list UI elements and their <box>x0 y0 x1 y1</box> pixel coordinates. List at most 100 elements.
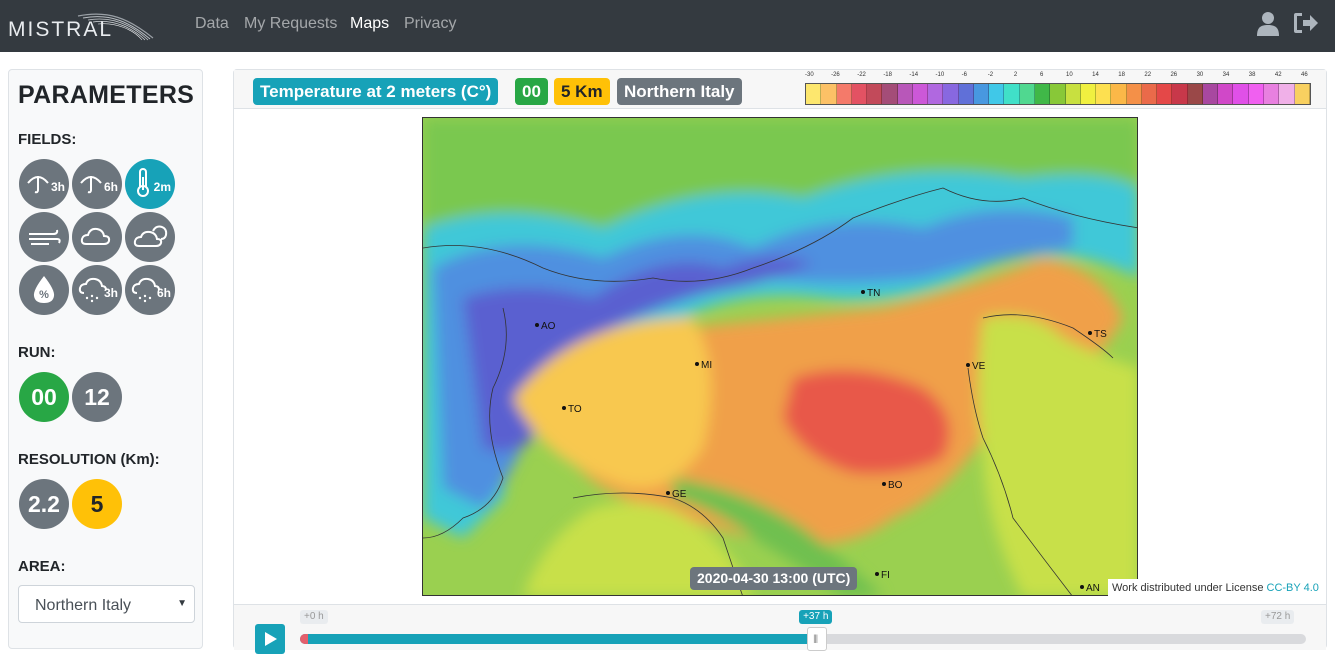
resolution-5-button[interactable]: 5 <box>72 479 122 529</box>
legend-color-cell <box>851 84 868 104</box>
field-precip-6h-button[interactable]: 6h <box>72 159 122 209</box>
timestamp-badge: 2020-04-30 13:00 (UTC) <box>690 567 858 590</box>
field-precip-3h-button[interactable]: 3h <box>19 159 69 209</box>
legend-color-cell <box>958 84 974 104</box>
legend-color-cell <box>1279 84 1295 104</box>
city-label: GE <box>672 489 687 500</box>
legend-tick-label: -30 <box>805 72 814 78</box>
fields-label: FIELDS: <box>18 131 77 148</box>
field-temperature-2m-button[interactable]: 2m <box>125 159 175 209</box>
sign-out-icon[interactable] <box>1293 11 1319 35</box>
legend-color-cell <box>1172 84 1188 104</box>
temperature-map[interactable]: AO TO MI TN VE TS GE BO FI AN <box>422 117 1138 596</box>
clouds-icon <box>133 225 168 247</box>
city-label: FI <box>881 570 890 581</box>
timeline-handle[interactable] <box>807 627 828 651</box>
area-select-value: Northern Italy <box>35 597 132 614</box>
field-sub-label: 6h <box>156 286 171 300</box>
legend-color-cell <box>867 84 883 104</box>
legend-color-cell <box>1233 84 1249 104</box>
nav-my-requests[interactable]: My Requests <box>244 15 337 33</box>
legend-color-cell <box>1202 84 1219 104</box>
field-clouds-button[interactable] <box>125 212 175 262</box>
legend-color-cell <box>1157 84 1173 104</box>
temperature-legend: -30 -26 -22 -18 -14 -10 -6 -2 2 6 10 14 18 22 26 30 34 38… <box>805 70 1311 109</box>
play-button[interactable] <box>255 624 285 654</box>
nav-data[interactable]: Data <box>195 15 229 33</box>
legend-tick-label: 38 <box>1248 72 1256 78</box>
legend-color-cell <box>1080 84 1097 104</box>
legend-tick-label: -10 <box>935 72 945 78</box>
area-select[interactable]: Northern Italy ▼ <box>18 585 195 623</box>
field-humidity-button[interactable]: % <box>19 265 69 315</box>
cloud-icon <box>80 227 111 245</box>
nav-privacy[interactable]: Privacy <box>404 15 456 33</box>
legend-tick-label: 34 <box>1222 72 1230 78</box>
user-icon[interactable] <box>1256 11 1280 37</box>
legend-tick-label: 18 <box>1118 72 1125 78</box>
legend-color-cell <box>912 84 929 104</box>
city-label: TO <box>568 404 582 415</box>
field-sub-label: 3h <box>103 286 118 300</box>
timeline-current-label: +37 h <box>799 610 833 624</box>
navbar: MISTRAL Data My Requests Maps Privacy <box>0 0 1335 52</box>
license-note: Work distributed under License CC-BY 4.0 <box>1108 579 1323 598</box>
legend-color-cell <box>1126 84 1142 104</box>
legend-color-cell <box>897 84 913 104</box>
legend-tick-label: -2 <box>987 72 994 78</box>
city-label: MI <box>701 360 712 371</box>
svg-text:%: % <box>39 289 49 301</box>
resolution-badge: 5 Km <box>554 78 610 105</box>
map-card: Temperature at 2 meters (C°) 00 5 Km Nor… <box>233 69 1327 654</box>
legend-tick-label: 30 <box>1196 72 1204 78</box>
legend-tick-label: 2 <box>1013 72 1018 78</box>
timeline-slider[interactable] <box>300 634 1306 644</box>
run-12-button[interactable]: 12 <box>72 372 122 422</box>
field-cloud-button[interactable] <box>72 212 122 262</box>
nav-maps[interactable]: Maps <box>350 15 389 33</box>
brand-logo[interactable]: MISTRAL <box>8 8 158 44</box>
license-text: Work distributed under License <box>1112 582 1267 594</box>
timeline-bar: +0 h +37 h +72 h <box>234 604 1326 654</box>
run-00-button[interactable]: 00 <box>19 372 69 422</box>
parameters-panel: PARAMETERS FIELDS: 3h 6h 2m % 3h 6h RUN:… <box>8 69 203 649</box>
brand-name: MISTRAL <box>8 18 114 41</box>
legend-color-cell <box>1248 84 1264 104</box>
timeline-start-marker <box>300 634 308 644</box>
field-snow-6h-button[interactable]: 6h <box>125 265 175 315</box>
field-sub-label: 6h <box>103 180 118 194</box>
city-label: AO <box>541 321 556 332</box>
area-badge: Northern Italy <box>617 78 742 105</box>
city-label: AN <box>1086 583 1100 594</box>
legend-tick-label: 14 <box>1092 72 1099 78</box>
legend-tick-label: 10 <box>1066 72 1073 78</box>
city-label: BO <box>888 480 903 491</box>
legend-color-cell <box>1218 84 1234 104</box>
legend-tick-label: -18 <box>883 72 892 78</box>
legend-tick-label: 6 <box>1039 72 1044 78</box>
wind-icon <box>29 229 61 245</box>
field-sub-label: 3h <box>50 180 65 194</box>
legend-color-cell <box>1065 84 1081 104</box>
legend-color-cell <box>836 84 852 104</box>
legend-color-cell <box>1019 84 1035 104</box>
legend-color-cell <box>1294 84 1310 104</box>
resolution-2-2-button[interactable]: 2.2 <box>19 479 69 529</box>
legend-color-cell <box>1141 84 1158 104</box>
legend-tick-label: 26 <box>1170 72 1178 78</box>
legend-tick-label: -14 <box>909 72 919 78</box>
field-wind-button[interactable] <box>19 212 69 262</box>
timeline-progress <box>300 634 818 644</box>
humidity-icon: % <box>33 276 55 303</box>
legend-color-cell <box>1263 84 1280 104</box>
area-label: AREA: <box>18 558 66 575</box>
legend-color-cell <box>973 84 990 104</box>
map-card-header: Temperature at 2 meters (C°) 00 5 Km Nor… <box>234 70 1326 109</box>
caret-down-icon: ▼ <box>177 598 187 609</box>
legend-tick-label: 46 <box>1301 72 1308 78</box>
legend-color-cell <box>943 84 959 104</box>
field-snow-3h-button[interactable]: 3h <box>72 265 122 315</box>
city-label: VE <box>972 361 986 372</box>
field-badge: Temperature at 2 meters (C°) <box>253 78 499 105</box>
license-link[interactable]: CC-BY 4.0 <box>1267 582 1319 594</box>
